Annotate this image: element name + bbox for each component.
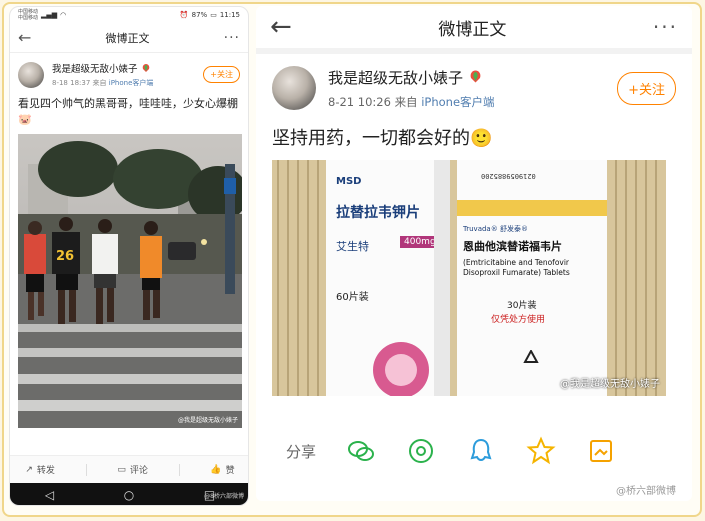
drug-english-name: (Emtricitabine and Tenofovir Disoproxil …: [463, 258, 570, 277]
nav-home-icon[interactable]: ○: [124, 488, 134, 502]
left-phone-screenshot: 中国移动 中国移动 ▂▄▆ ◠ ⏰ 87% ▭ 11:15 ← 微博正文 ···…: [9, 6, 249, 506]
photo-watermark: @我是超级无敌小婊子: [177, 417, 238, 424]
nav-bar: ← 微博正文 ···: [10, 23, 248, 53]
thumbs-up-icon: 👍: [210, 464, 222, 475]
brand-name: 艾生特: [336, 240, 369, 253]
nav-back-icon[interactable]: ◁: [45, 488, 54, 502]
clock: 11:15: [219, 11, 240, 19]
share-label: 分享: [286, 442, 317, 461]
follow-button[interactable]: +关注: [203, 66, 240, 83]
repost-icon: ↗: [25, 464, 33, 475]
comment-icon: ▭: [117, 464, 126, 475]
bottom-watermark: @桥六部微博: [616, 486, 676, 497]
moments-icon[interactable]: [406, 436, 436, 466]
carrier-label: 中国移动 中国移动: [18, 9, 39, 21]
follow-button[interactable]: +关注: [617, 71, 676, 105]
right-phone-screenshot: ← 微博正文 ··· 我是超级无敌小婊子 8-21 10:26 来自 iPhon…: [256, 6, 692, 501]
brand-name: Truvada® 舒发泰®: [463, 225, 528, 233]
post-photo[interactable]: MSD 拉替拉韦钾片 艾生特 400mg 60片装 0219059885200 …: [272, 160, 666, 396]
page-title: 微博正文: [438, 19, 507, 40]
wifi-icon: ◠: [60, 11, 67, 19]
battery-percent: 87%: [191, 11, 208, 19]
tablet-count: 30片装: [507, 301, 537, 311]
drug-name: 拉替拉韦钾片: [336, 205, 420, 221]
avatar[interactable]: [18, 61, 44, 88]
vip-badge-icon: [470, 70, 481, 82]
post-meta: 8-18 18:37 来自 iPhone客户端: [52, 78, 203, 88]
signal-icon: ▂▄▆: [41, 11, 58, 19]
page-title: 微博正文: [105, 31, 150, 45]
recycle-icon: [523, 350, 539, 363]
photo-watermark: @我是超级无敌小婊子: [560, 379, 660, 390]
source-prefix: 来自: [92, 79, 107, 87]
barcode-number: 0219059885200: [481, 172, 536, 180]
share-bar: 分享: [256, 431, 692, 471]
tablet-count: 60片装: [336, 292, 369, 303]
post-meta: 8-21 10:26 来自 iPhone客户端: [328, 94, 617, 110]
status-bar: 中国移动 中国移动 ▂▄▆ ◠ ⏰ 87% ▭ 11:15: [10, 7, 248, 23]
msd-logo: MSD: [336, 176, 362, 187]
jersey-number: 26: [56, 249, 74, 264]
vip-badge-icon: [142, 64, 149, 72]
author-name[interactable]: 我是超级无敌小婊子: [52, 64, 138, 75]
comment-button[interactable]: ▭ 评论: [117, 463, 148, 477]
post-text: 坚持用药，一切都会好的🙂: [272, 128, 493, 149]
author-row: 我是超级无敌小婊子 8-18 18:37 来自 iPhone客户端 +关注: [18, 61, 240, 88]
back-arrow-icon[interactable]: ←: [18, 28, 31, 47]
alarm-icon: ⏰: [179, 11, 189, 19]
repost-button[interactable]: ↗ 转发: [25, 463, 55, 477]
post-source[interactable]: iPhone客户端: [109, 79, 154, 87]
post-photo[interactable]: 26 @我是超级无敌小婊子: [18, 134, 242, 428]
back-arrow-icon[interactable]: ←: [270, 12, 292, 42]
battery-icon: ▭: [210, 11, 217, 19]
medicine-box-truvada: 0219059885200 Truvada® 舒发泰® 恩曲他滨替诺福韦片 (E…: [457, 160, 607, 396]
more-options-icon[interactable]: ···: [653, 15, 678, 39]
post-text: 看见四个帅气的黑哥哥，哇哇哇，少女心爆棚🐷: [18, 97, 238, 126]
qzone-star-icon[interactable]: [526, 436, 556, 466]
prescription-notice: 仅凭处方使用: [491, 315, 546, 325]
nav-bar: ← 微博正文 ···: [256, 6, 692, 54]
avatar[interactable]: [272, 66, 316, 110]
author-row: 我是超级无敌小婊子 8-21 10:26 来自 iPhone客户端 +关注: [272, 66, 676, 110]
drug-name: 恩曲他滨替诺福韦片: [463, 240, 562, 253]
qq-icon[interactable]: [466, 436, 496, 466]
wechat-icon[interactable]: [346, 436, 376, 466]
post-date: 8-21 10:26: [328, 94, 391, 109]
post: 我是超级无敌小婊子 8-18 18:37 来自 iPhone客户端 +关注 看见…: [10, 53, 248, 428]
street-photo-image: 26: [18, 134, 242, 428]
pill-graphic-icon: [373, 342, 429, 396]
medicine-box-isentress: MSD 拉替拉韦钾片 艾生特 400mg 60片装: [326, 160, 450, 396]
post: 我是超级无敌小婊子 8-21 10:26 来自 iPhone客户端 +关注 坚持…: [256, 54, 692, 396]
action-bar: ↗ 转发 ▭ 评论 👍 赞: [10, 455, 248, 483]
post-date: 8-18 18:37: [52, 79, 91, 87]
like-button[interactable]: 👍 赞: [210, 463, 234, 477]
android-nav-bar: ◁ ○ □ @8桥六部微博: [10, 483, 248, 505]
author-name[interactable]: 我是超级无敌小婊子: [328, 69, 463, 87]
source-prefix: 来自: [394, 94, 418, 109]
save-image-icon[interactable]: [586, 436, 616, 466]
more-options-icon[interactable]: ···: [224, 30, 240, 46]
post-source[interactable]: iPhone客户端: [421, 95, 494, 109]
android-watermark: @8桥六部微博: [204, 492, 244, 500]
